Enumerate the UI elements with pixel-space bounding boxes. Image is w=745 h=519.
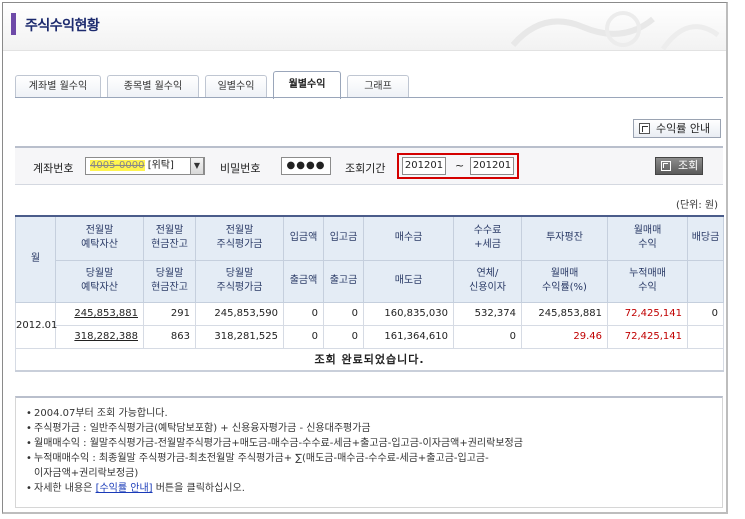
col-prev-stock-value: 전월말 주식평가금 (195, 215, 284, 261)
title-bar: 주식수익현황 (3, 3, 726, 51)
tab-daily[interactable]: 일별수익 (205, 75, 267, 98)
col-sell-amount: 매도금 (363, 259, 454, 303)
col-withdrawal: 출금액 (283, 259, 324, 303)
bullet-icon: • (26, 408, 32, 419)
table-cell (687, 324, 724, 349)
table-cell: 72,425,141 (607, 301, 688, 326)
status-row: 조회 완료되었습니다. (15, 347, 724, 372)
monthly-profit-table: 월 전월말 예탁자산 전월말 현금잔고 전월말 주식평가금 입금액 입고금 매수… (15, 215, 724, 372)
note-line: • 자세한 내용은 [수익률 안내] 버튼을 클릭하십시오. (26, 483, 245, 494)
col-stock-in: 입고금 (323, 215, 364, 261)
table-cell: 318,282,388 (55, 324, 144, 349)
col-cumulative-profit: 누적매매 수익 (607, 259, 688, 303)
table-cell: 161,364,610 (363, 324, 454, 349)
bullet-icon: • (26, 438, 32, 449)
bullet-icon: • (26, 423, 32, 434)
query-button[interactable]: 조회 (655, 157, 703, 175)
chevron-down-icon[interactable]: ▼ (190, 157, 204, 175)
col-prev-deposit-assets: 전월말 예탁자산 (55, 215, 144, 261)
account-label: 계좌번호 (33, 162, 74, 175)
table-cell: 0 (283, 324, 324, 349)
col-interest: 연체/ 신용이자 (453, 259, 522, 303)
col-prev-cash-balance: 전월말 현금잔고 (143, 215, 196, 261)
table-cell: 0 (323, 324, 364, 349)
col-curr-cash-balance: 당월말 현금잔고 (143, 259, 196, 303)
status-message: 조회 완료되었습니다. (15, 347, 724, 372)
bullet-icon: • (26, 483, 32, 494)
table-cell: 0 (687, 301, 724, 326)
period-from-input[interactable]: 201201 (402, 157, 446, 175)
note-line: • 누적매매수익 : 최종월말 주식평가금-최초전월말 주식평가금+ ∑(매도금-… (26, 453, 489, 464)
table-cell: 863 (143, 324, 196, 349)
col-deposit: 입금액 (283, 215, 324, 261)
header-row-top: 월 전월말 예탁자산 전월말 현금잔고 전월말 주식평가금 입금액 입고금 매수… (15, 215, 724, 303)
search-panel: 계좌번호 4005-0000 [위탁] ▼ 비밀번호 ●●●● 조회기간 201… (15, 146, 723, 185)
col-monthly-yield: 월매매 수익률(%) (521, 259, 608, 303)
note-line: • 월매매수익 : 월말주식평가금-전월말주식평가금+매도금-매수금-수수료-세금… (26, 438, 523, 449)
table-cell: 0 (323, 301, 364, 326)
tab-monthly[interactable]: 월별수익 (273, 71, 341, 99)
query-label: 조회 (678, 159, 699, 172)
popup-arrow-icon (639, 123, 650, 134)
table-cell: 29.46 (521, 324, 608, 349)
page-title: 주식수익현황 (25, 18, 100, 34)
header-row-bottom: 당월말 예탁자산 당월말 현금잔고 당월말 주식평가금 출금액 출고금 매도금 … (16, 259, 724, 303)
table-cell: 532,374 (453, 301, 522, 326)
table-cell: 160,835,030 (363, 301, 454, 326)
period-label: 조회기간 (345, 162, 386, 175)
col-dividend: 배당금 (687, 215, 724, 261)
window-frame: 주식수익현황 계좌별 월수익 종목별 월수익 일별수익 월별수익 그래프 수익률… (2, 2, 728, 514)
note-line: • 주식평가금 : 일반주식평가금(예탁담보포함) + 신용융자평가금 - 신용대… (26, 423, 371, 434)
bullet-icon: • (26, 453, 32, 464)
col-empty (687, 259, 724, 303)
yield-guide-label: 수익률 안내 (656, 122, 711, 135)
col-stock-out: 출고금 (323, 259, 364, 303)
table-cell: 72,425,141 (607, 324, 688, 349)
account-select[interactable]: 4005-0000 [위탁] (85, 157, 205, 175)
table-cell: 318,281,525 (195, 324, 284, 349)
password-label: 비밀번호 (220, 162, 261, 175)
col-month: 월 (15, 215, 56, 303)
col-buy-amount: 매수금 (363, 215, 454, 261)
col-curr-deposit-assets: 당월말 예탁자산 (55, 259, 144, 303)
ornament-graphic (510, 11, 720, 51)
table-cell: 0 (453, 324, 522, 349)
tab-graph[interactable]: 그래프 (347, 75, 409, 98)
col-curr-stock-value: 당월말 주식평가금 (195, 259, 284, 303)
yield-guide-button[interactable]: 수익률 안내 (633, 119, 721, 138)
tab-stock-monthly[interactable]: 종목별 월수익 (107, 75, 199, 98)
table-cell: 245,853,881 (55, 301, 144, 326)
table-cell: 291 (143, 301, 196, 326)
period-to-input[interactable]: 201201 (470, 157, 514, 175)
popup-arrow-icon (661, 161, 671, 171)
col-fee-tax: 수수료 +세금 (453, 215, 522, 261)
title-accent-bar (11, 13, 16, 35)
month-cell: 2012.01 (15, 301, 57, 349)
table-cell: 0 (283, 301, 324, 326)
password-field[interactable]: ●●●● (281, 157, 331, 175)
tab-account-monthly[interactable]: 계좌별 월수익 (15, 75, 101, 98)
table-row: 2012.01 245,853,881 291 245,853,590 0 0 … (15, 301, 724, 349)
yield-guide-link[interactable]: [수익률 안내] (96, 483, 153, 494)
tab-divider (15, 97, 723, 98)
account-type: [위탁] (147, 160, 174, 171)
period-separator: ~ (455, 159, 465, 172)
col-avg-investment: 투자평잔 (521, 215, 608, 261)
col-monthly-profit: 월매매 수익 (607, 215, 688, 261)
table-row: 318,282,388 863 318,281,525 0 0 161,364,… (16, 324, 724, 349)
unit-label: (단위: 원) (676, 200, 718, 211)
note-line: • 2004.07부터 조회 가능합니다. (26, 408, 168, 419)
account-number: 4005-0000 (90, 160, 145, 171)
note-line: 이자금액+권리락보정금) (34, 468, 139, 479)
table-cell: 245,853,881 (521, 301, 608, 326)
table-cell: 245,853,590 (195, 301, 284, 326)
notes-panel: • 2004.07부터 조회 가능합니다. • 주식평가금 : 일반주식평가금(예탁… (15, 396, 723, 508)
